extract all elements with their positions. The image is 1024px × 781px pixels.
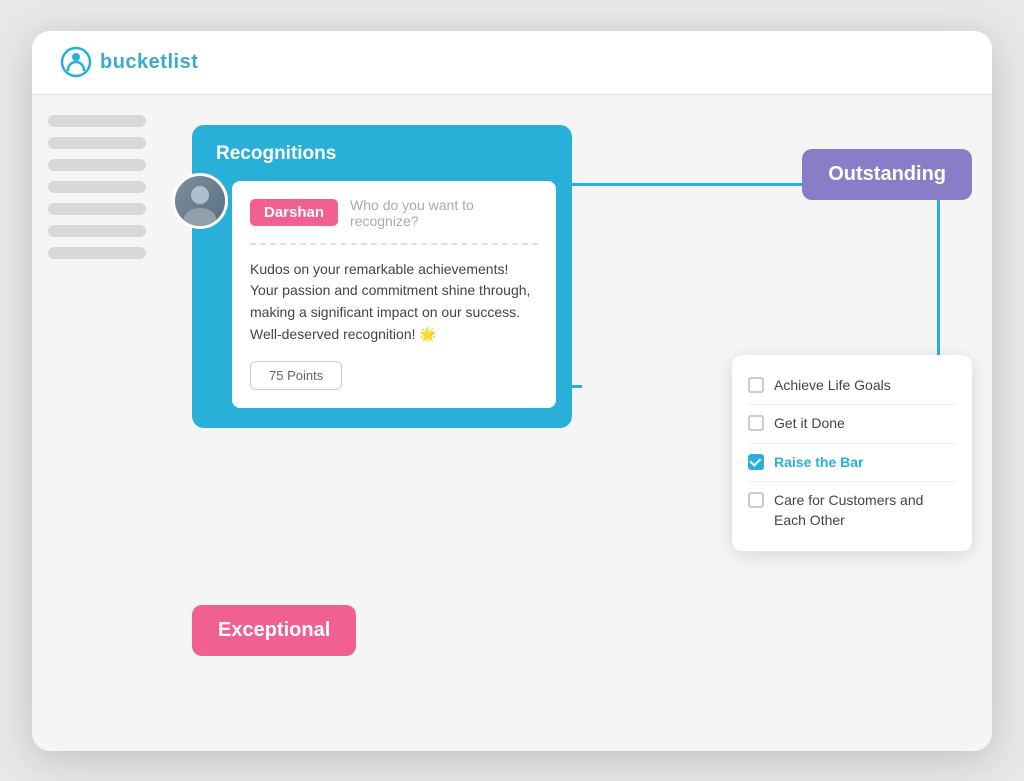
exceptional-badge: Exceptional xyxy=(192,605,356,656)
checkbox-raise-bar[interactable] xyxy=(748,454,764,470)
avatar xyxy=(172,173,228,229)
card-message: Kudos on your remarkable achievements! Y… xyxy=(250,259,538,346)
card-divider xyxy=(250,243,538,245)
avatar-head xyxy=(191,186,209,204)
avatar-image xyxy=(175,176,225,226)
points-button[interactable]: 75 Points xyxy=(250,361,342,390)
checklist-label-raise-bar: Raise the Bar xyxy=(774,453,863,473)
recipient-row: Darshan Who do you want to recognize? xyxy=(250,197,538,229)
logo-text: bucketlist xyxy=(100,51,198,74)
sidebar-bar-2 xyxy=(48,137,146,149)
checklist-label-achieve: Achieve Life Goals xyxy=(774,376,891,396)
outstanding-badge: Outstanding xyxy=(802,149,972,200)
logo-area: bucketlist xyxy=(60,46,198,78)
checkbox-care[interactable] xyxy=(748,492,764,508)
sidebar-bar-4 xyxy=(48,181,146,193)
sidebar-bar-1 xyxy=(48,115,146,127)
sidebar-bar-5 xyxy=(48,203,146,215)
sidebar-bar-7 xyxy=(48,247,146,259)
app-container: bucketlist Outstanding Recognitions xyxy=(32,31,992,751)
checklist-item-get-it-done[interactable]: Get it Done xyxy=(748,405,956,444)
sidebar-bar-3 xyxy=(48,159,146,171)
line-outstanding-vertical xyxy=(937,183,940,363)
checklist-label-care: Care for Customers and Each Other xyxy=(774,491,956,530)
sidebar-bar-6 xyxy=(48,225,146,237)
header: bucketlist xyxy=(32,31,992,95)
checklist-label-get-it-done: Get it Done xyxy=(774,414,845,434)
avatar-body xyxy=(184,208,216,226)
checklist-item-care[interactable]: Care for Customers and Each Other xyxy=(748,482,956,539)
recognition-body: Darshan Who do you want to recognize? Ku… xyxy=(192,181,572,409)
checkbox-get-it-done[interactable] xyxy=(748,415,764,431)
inner-recognition-card: Darshan Who do you want to recognize? Ku… xyxy=(232,181,556,409)
recognition-panel: Recognitions Darshan Who do you w xyxy=(192,125,572,429)
recipient-badge: Darshan xyxy=(250,199,338,226)
logo-icon xyxy=(60,46,92,78)
recipient-placeholder: Who do you want to recognize? xyxy=(350,197,538,229)
checklist-panel: Achieve Life Goals Get it Done Raise the… xyxy=(732,355,972,552)
main-content: Outstanding Recognitions xyxy=(162,95,992,751)
checklist-item-achieve[interactable]: Achieve Life Goals xyxy=(748,367,956,406)
recognition-header: Recognitions xyxy=(192,125,572,181)
avatar-container xyxy=(172,173,228,229)
checkbox-achieve[interactable] xyxy=(748,377,764,393)
checklist-item-raise-bar[interactable]: Raise the Bar xyxy=(748,444,956,483)
sidebar xyxy=(32,95,162,751)
